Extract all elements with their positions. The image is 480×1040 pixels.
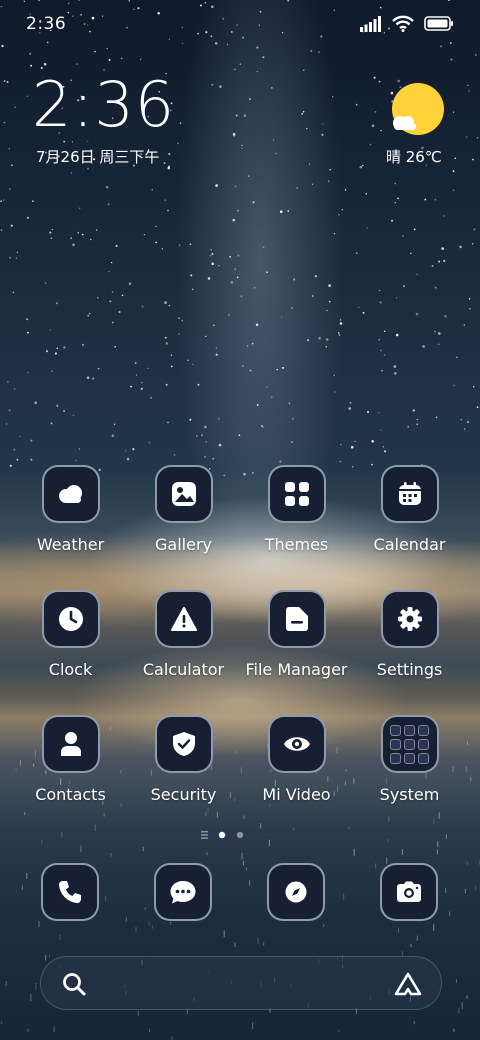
app-mi-video[interactable]: Mi Video [240,715,353,804]
app-settings[interactable]: Settings [353,590,466,679]
gallery-icon [154,465,213,523]
app-weather[interactable]: Weather [14,465,127,554]
clock-widget-date: 7月26日 周三下午 [36,148,160,166]
app-themes[interactable]: Themes [240,465,353,554]
voice-assistant-icon[interactable] [393,971,423,997]
file-manager-icon [267,590,326,648]
mi-video-icon [267,715,326,773]
camera-icon [397,881,421,902]
signal-icon [360,15,381,32]
app-file-manager[interactable]: File Manager [240,590,353,679]
weather-text: 晴 26℃ [386,148,442,166]
status-time: 2:36 [26,14,67,34]
app-label: Themes [264,535,329,554]
app-label: Settings [376,660,443,679]
app-calendar[interactable]: Calendar [353,465,466,554]
app-clock[interactable]: Clock [14,590,127,679]
settings-icon [380,590,439,648]
app-label: File Manager [245,660,348,679]
dock-camera[interactable] [380,863,438,921]
app-label: Calendar [373,535,446,554]
app-label: Gallery [155,535,212,554]
weather-icon [41,465,100,523]
contacts-icon [41,715,100,773]
app-label: Clock [48,660,93,679]
security-icon [154,715,213,773]
clock-widget-time[interactable]: 2:36 [32,74,175,136]
app-label: Contacts [35,785,106,804]
phone-icon [58,881,81,904]
dock-browser[interactable] [267,863,325,921]
home-search-bar[interactable] [40,956,442,1010]
status-bar: 2:36 [0,0,480,50]
clock-icon [41,590,100,648]
app-label: System [379,785,440,804]
app-gallery[interactable]: Gallery [127,465,240,554]
app-label: Calculator [142,660,225,679]
app-label: Security [150,785,217,804]
browser-icon [285,881,307,903]
search-icon[interactable] [61,971,87,997]
app-contacts[interactable]: Contacts [14,715,127,804]
messages-icon [170,881,196,904]
app-label: Weather [36,535,105,554]
wifi-icon [392,15,414,32]
dock-phone[interactable] [41,863,99,921]
themes-icon [267,465,326,523]
calendar-icon [380,465,439,523]
home-feed-indicator-icon [201,831,208,839]
calculator-icon [154,590,213,648]
page-dot-current [218,831,226,839]
page-indicator[interactable] [198,828,278,842]
folder-preview-grid [390,724,429,764]
app-security[interactable]: Security [127,715,240,804]
dock-messages[interactable] [154,863,212,921]
home-screen: 2:36 2:36 7月26日 周三下午 晴 26℃ Weather Galle… [0,0,480,1040]
page-dot [236,831,244,839]
app-calculator[interactable]: Calculator [127,590,240,679]
app-label: Mi Video [262,785,331,804]
status-icons [360,15,454,32]
cloud-icon [393,116,416,130]
battery-icon [424,16,453,31]
app-system-folder[interactable]: System [353,715,466,804]
system-folder-icon [380,715,439,773]
